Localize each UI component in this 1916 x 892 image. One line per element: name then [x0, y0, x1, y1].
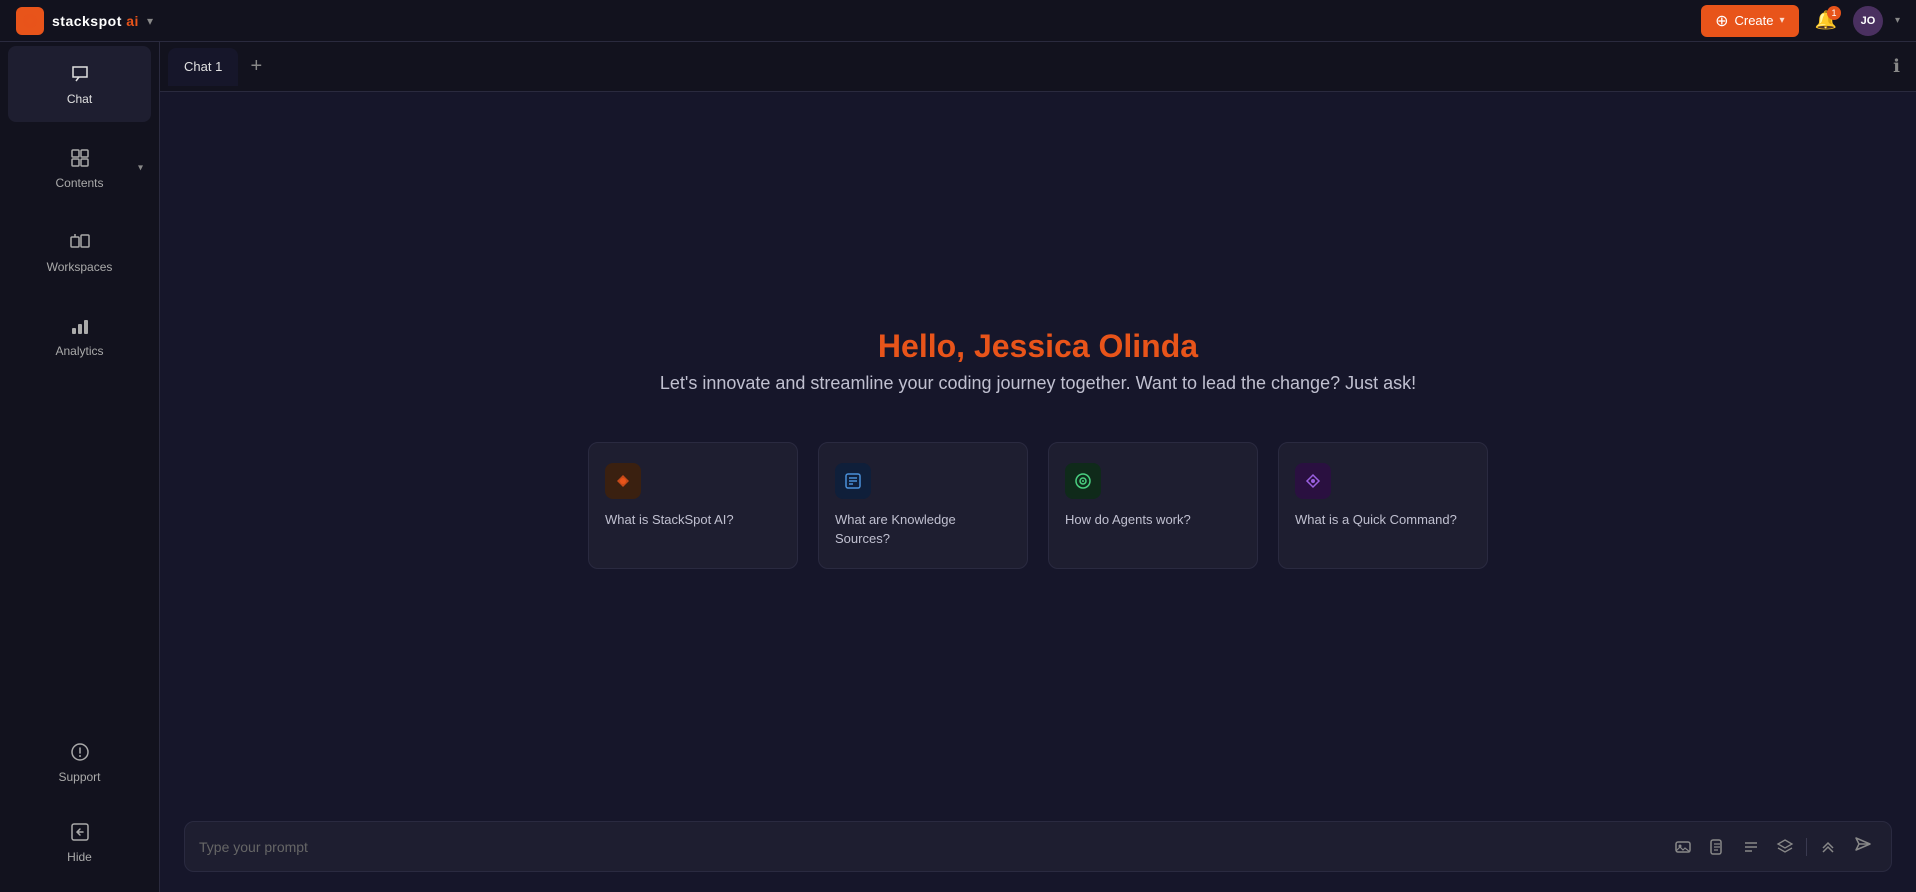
analytics-label: Analytics — [55, 344, 103, 358]
card-label-knowledge: What are Knowledge Sources? — [835, 511, 1011, 547]
greeting-section: Hello, Jessica Olinda Let's innovate and… — [660, 328, 1416, 394]
logo-text: stackspot ai — [52, 13, 139, 29]
topbar-chevron-icon[interactable]: ▾ — [147, 14, 153, 28]
create-plus-icon: ⊕ — [1715, 11, 1728, 31]
input-bar — [160, 805, 1916, 892]
notifications-button[interactable]: 🔔 1 — [1811, 6, 1841, 35]
sidebar-bottom: Support Hide — [0, 720, 159, 892]
create-button[interactable]: ⊕ Create ▾ — [1701, 5, 1798, 37]
support-icon — [68, 740, 92, 764]
user-avatar-button[interactable]: JO — [1853, 6, 1883, 36]
avatar-initials: JO — [1861, 15, 1876, 27]
card-icon-knowledge — [835, 463, 871, 499]
expand-button[interactable] — [1815, 836, 1841, 858]
suggestion-card-agents[interactable]: How do Agents work? — [1048, 442, 1258, 568]
workspaces-label: Workspaces — [47, 260, 113, 274]
create-chevron-icon: ▾ — [1780, 15, 1785, 26]
contents-icon — [68, 146, 92, 170]
sidebar-spacer — [0, 378, 159, 720]
card-label-stackspot: What is StackSpot AI? — [605, 511, 781, 529]
logo-ai: ai — [122, 13, 139, 29]
greeting-name: Hello, Jessica Olinda — [660, 328, 1416, 365]
chat-tabs-bar: Chat 1 + ℹ — [160, 42, 1916, 92]
new-tab-button[interactable]: + — [242, 53, 270, 81]
contents-chevron-icon: ▾ — [138, 163, 143, 174]
sidebar-item-analytics[interactable]: Analytics — [8, 298, 151, 374]
topbar-left: stackspot ai ▾ — [16, 7, 153, 35]
chat-content: Hello, Jessica Olinda Let's innovate and… — [160, 92, 1916, 805]
hide-label: Hide — [67, 850, 92, 864]
avatar-chevron-icon[interactable]: ▾ — [1895, 15, 1900, 26]
create-label: Create — [1734, 13, 1773, 28]
card-icon-quick-command — [1295, 463, 1331, 499]
list-button[interactable] — [1738, 836, 1764, 858]
suggestion-card-quick-command[interactable]: What is a Quick Command? — [1278, 442, 1488, 568]
card-label-quick-command: What is a Quick Command? — [1295, 511, 1471, 529]
send-button[interactable] — [1849, 832, 1877, 861]
sidebar: Chat Contents ▾ Wor — [0, 42, 160, 892]
prompt-input[interactable] — [199, 839, 1660, 855]
hide-icon — [68, 820, 92, 844]
input-container — [184, 821, 1892, 872]
topbar-right: ⊕ Create ▾ 🔔 1 JO ▾ — [1701, 5, 1900, 37]
contents-label: Contents — [55, 176, 103, 190]
sidebar-item-contents[interactable]: Contents ▾ — [8, 130, 151, 206]
chat-icon — [68, 62, 92, 86]
sidebar-item-support[interactable]: Support — [8, 724, 151, 800]
logo-icon — [16, 7, 44, 35]
suggestion-cards: What is StackSpot AI? What are Knowledge… — [588, 442, 1488, 568]
sidebar-item-workspaces[interactable]: Workspaces — [8, 214, 151, 290]
logo-main: stackspot — [52, 13, 122, 29]
card-icon-stackspot — [605, 463, 641, 499]
notification-badge: 1 — [1827, 6, 1841, 20]
chat-tab-1-label: Chat 1 — [184, 59, 222, 74]
greeting-subtitle: Let's innovate and streamline your codin… — [660, 373, 1416, 394]
input-divider — [1806, 838, 1807, 856]
topbar: stackspot ai ▾ ⊕ Create ▾ 🔔 1 JO ▾ — [0, 0, 1916, 42]
analytics-icon — [68, 314, 92, 338]
workspaces-icon — [68, 230, 92, 254]
main-layout: Chat Contents ▾ Wor — [0, 42, 1916, 892]
chat-tab-1[interactable]: Chat 1 — [168, 48, 238, 86]
card-icon-agents — [1065, 463, 1101, 499]
suggestion-card-stackspot-ai[interactable]: What is StackSpot AI? — [588, 442, 798, 568]
sidebar-item-chat[interactable]: Chat — [8, 46, 151, 122]
chat-label: Chat — [67, 92, 92, 106]
input-toolbar — [1670, 832, 1877, 861]
suggestion-card-knowledge-sources[interactable]: What are Knowledge Sources? — [818, 442, 1028, 568]
chat-info-button[interactable]: ℹ — [1885, 52, 1908, 81]
support-label: Support — [58, 770, 100, 784]
attach-file-button[interactable] — [1704, 836, 1730, 858]
attach-image-button[interactable] — [1670, 836, 1696, 858]
sidebar-item-hide[interactable]: Hide — [8, 804, 151, 880]
new-tab-icon: + — [250, 55, 262, 78]
chat-area: Chat 1 + ℹ Hello, Jessica Olinda Let's i… — [160, 42, 1916, 892]
card-label-agents: How do Agents work? — [1065, 511, 1241, 529]
layers-button[interactable] — [1772, 836, 1798, 858]
